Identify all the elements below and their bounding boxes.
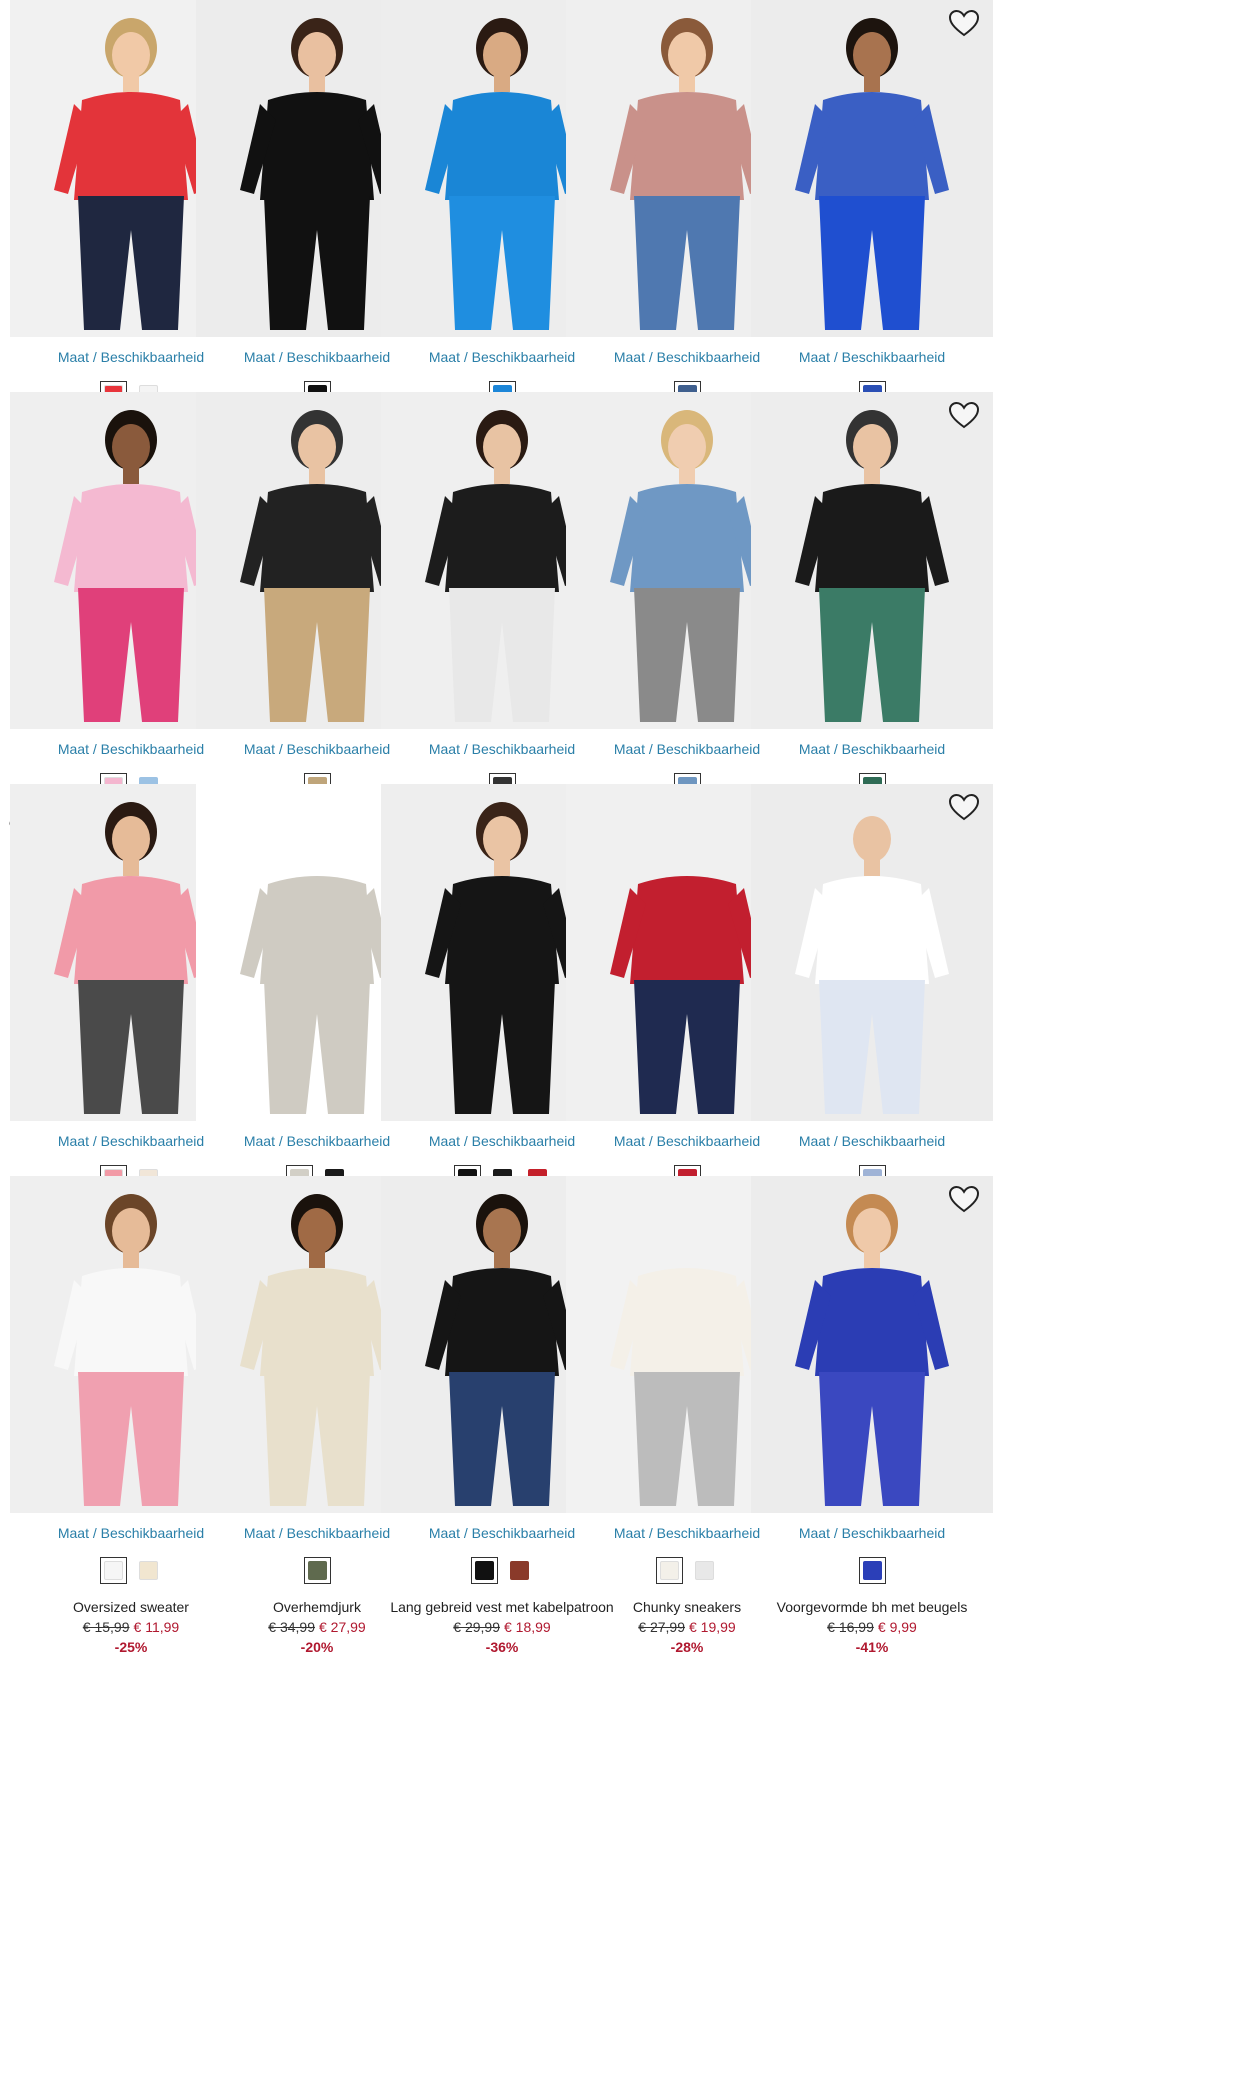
color-swatches bbox=[751, 1557, 993, 1584]
wishlist-heart-icon[interactable] bbox=[947, 792, 981, 822]
sale-price: € 19,99 bbox=[689, 1619, 736, 1635]
color-swatch-fill bbox=[307, 1561, 327, 1580]
size-availability-link[interactable]: Maat / Beschikbaarheid bbox=[751, 349, 993, 365]
wishlist-heart-icon[interactable] bbox=[947, 400, 981, 430]
old-price: € 16,99 bbox=[827, 1619, 874, 1635]
old-price: € 27,99 bbox=[638, 1619, 685, 1635]
color-swatch[interactable] bbox=[506, 1557, 533, 1584]
color-swatch[interactable] bbox=[471, 1557, 498, 1584]
product-image[interactable] bbox=[751, 1176, 993, 1513]
old-price: € 29,99 bbox=[453, 1619, 500, 1635]
size-availability-link[interactable]: Maat / Beschikbaarheid bbox=[751, 1133, 993, 1149]
sale-price: € 9,99 bbox=[877, 1619, 917, 1635]
old-price: € 34,99 bbox=[268, 1619, 315, 1635]
price-line: € 16,99€ 9,99 bbox=[751, 1619, 993, 1635]
color-swatch-fill bbox=[695, 1561, 714, 1580]
color-swatch-fill bbox=[862, 1561, 882, 1580]
old-price: € 15,99 bbox=[82, 1619, 130, 1635]
discount-badge: -41% bbox=[855, 1639, 889, 1655]
size-availability-link[interactable]: Maat / Beschikbaarheid bbox=[751, 741, 993, 757]
product-image[interactable] bbox=[751, 392, 993, 729]
color-swatch-fill bbox=[139, 1561, 158, 1580]
sale-price: € 11,99 bbox=[133, 1619, 180, 1635]
sale-price: € 18,99 bbox=[504, 1619, 551, 1635]
color-swatch[interactable] bbox=[303, 1557, 331, 1584]
color-swatch-fill bbox=[104, 1561, 123, 1580]
wishlist-heart-icon[interactable] bbox=[947, 8, 981, 38]
product-card[interactable]: Maat / Beschikbaarheid Voorgevormde bh me… bbox=[751, 1176, 993, 1676]
color-swatch[interactable] bbox=[135, 1557, 162, 1584]
color-swatch-fill bbox=[510, 1561, 529, 1580]
color-swatch[interactable] bbox=[656, 1557, 683, 1584]
wishlist-heart-icon[interactable] bbox=[947, 1184, 981, 1214]
sale-price: € 27,99 bbox=[319, 1619, 366, 1635]
color-swatch[interactable] bbox=[858, 1557, 886, 1584]
product-name[interactable]: Voorgevormde bh met beugels bbox=[741, 1599, 1003, 1615]
color-swatch-fill bbox=[660, 1561, 679, 1580]
color-swatch-fill bbox=[475, 1561, 494, 1580]
size-availability-link[interactable]: Maat / Beschikbaarheid bbox=[751, 1525, 993, 1541]
color-swatch[interactable] bbox=[691, 1557, 718, 1584]
color-swatch[interactable] bbox=[100, 1557, 127, 1584]
product-image[interactable] bbox=[751, 0, 993, 337]
product-image[interactable] bbox=[751, 784, 993, 1121]
product-row: Maat / BeschikbaarheidOversized sweater€… bbox=[0, 1176, 1250, 1696]
